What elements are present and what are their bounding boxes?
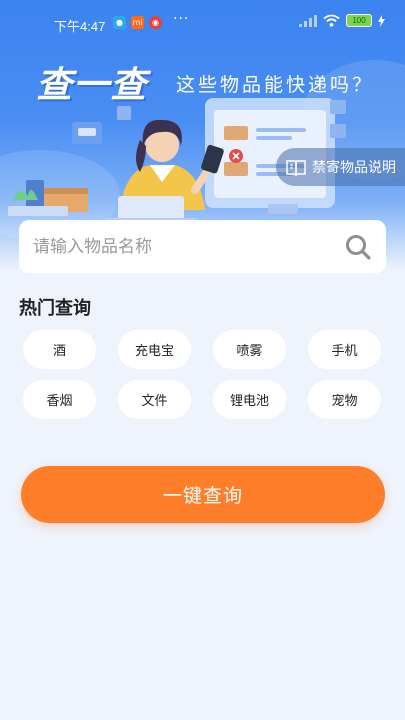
hot-query-chip[interactable]: 宠物 <box>308 380 381 419</box>
hot-queries-list: 酒 充电宝 喷雾 手机 香烟 文件 锂电池 宠物 <box>23 330 383 419</box>
page-title: 查一查 <box>36 65 148 106</box>
status-indicators: 100 <box>299 14 385 27</box>
charging-icon <box>378 14 385 27</box>
hot-query-chip[interactable]: 香烟 <box>23 380 96 419</box>
hot-query-chip[interactable]: 锂电池 <box>213 380 286 419</box>
hot-query-chip[interactable]: 手机 <box>308 330 381 369</box>
status-bar: 下午4:47 ● mi ◉ ··· 100 <box>0 0 405 44</box>
search-input[interactable] <box>33 236 344 257</box>
wifi-icon <box>323 14 340 27</box>
weibo-app-icon: ◉ <box>149 16 162 29</box>
search-icon[interactable] <box>344 233 372 261</box>
signal-icon <box>299 14 317 27</box>
page-subtitle: 这些物品能快递吗？ <box>176 74 375 96</box>
hot-query-chip[interactable]: 充电宝 <box>118 330 191 369</box>
hot-query-chip[interactable]: 文件 <box>118 380 191 419</box>
message-app-icon: ● <box>113 16 126 29</box>
search-bar <box>19 220 386 273</box>
hot-query-chip[interactable]: 酒 <box>23 330 96 369</box>
book-icon <box>286 159 306 176</box>
prohibited-items-info-button[interactable]: 禁寄物品说明 <box>276 148 405 186</box>
battery-icon: 100 <box>346 14 372 27</box>
mi-app-icon: mi <box>131 16 144 29</box>
status-time: 下午4:47 <box>54 19 106 34</box>
more-notifications-icon: ··· <box>173 11 190 27</box>
hot-queries-title: 热门查询 <box>19 298 91 319</box>
query-button[interactable]: 一键查询 <box>21 466 385 523</box>
hot-query-chip[interactable]: 喷雾 <box>213 330 286 369</box>
prohibited-items-info-label: 禁寄物品说明 <box>312 160 396 176</box>
